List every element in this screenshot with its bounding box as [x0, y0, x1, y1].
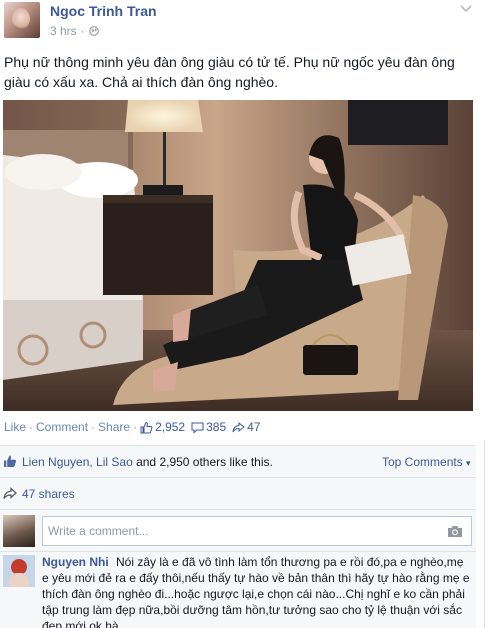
photo-scene	[3, 100, 473, 411]
share-arrow-icon	[3, 487, 17, 499]
commenter-name[interactable]: Nguyen Nhi	[42, 555, 109, 569]
share-count[interactable]: 47	[232, 420, 260, 434]
comment-count-value: 385	[206, 420, 227, 434]
like-thumb-icon	[140, 421, 153, 433]
author-avatar[interactable]	[4, 2, 40, 38]
shares-row: 47 shares	[0, 478, 476, 510]
comment-count[interactable]: 385	[191, 420, 226, 434]
likes-row: Lien Nguyen, Lil Sao and 2,950 others li…	[0, 446, 476, 478]
comment-item: Nguyen Nhi Nói zây là e đã vô tình làm t…	[0, 552, 476, 628]
status-text: Phụ nữ thông minh yêu đàn ông giàu có tử…	[4, 54, 455, 90]
like-count-value: 2,952	[155, 420, 186, 434]
action-separator: ·	[91, 420, 96, 434]
viewer-avatar	[3, 515, 35, 547]
globe-icon[interactable]	[88, 26, 99, 36]
chevron-down-icon[interactable]	[458, 2, 474, 16]
ufi-panel: Lien Nguyen, Lil Sao and 2,950 others li…	[0, 445, 476, 628]
scrollbar[interactable]	[484, 440, 492, 628]
post-time[interactable]: 3 hrs	[50, 24, 77, 38]
meta-dot: ·	[80, 24, 85, 38]
comment-body: Nguyen Nhi Nói zây là e đã vô tình làm t…	[42, 554, 472, 628]
like-link[interactable]: Like	[4, 420, 26, 434]
shares-link[interactable]: 47 shares	[22, 487, 75, 501]
comment-box[interactable]	[42, 516, 472, 546]
comment-input[interactable]	[43, 517, 423, 545]
author-name[interactable]: Ngoc Trinh Tran	[50, 3, 157, 19]
share-count-value: 47	[247, 420, 261, 434]
like-thumb-icon	[4, 455, 16, 467]
camera-icon[interactable]	[447, 525, 463, 538]
likes-summary: Lien Nguyen, Lil Sao and 2,950 others li…	[22, 455, 273, 469]
comment-link[interactable]: Comment	[36, 420, 88, 434]
share-arrow-icon	[232, 421, 245, 432]
likes-rest: and 2,950 others like this.	[132, 455, 273, 469]
top-comments-label: Top Comments	[382, 455, 463, 469]
post-actions: Like · Comment · Share · 2,952 385 47	[4, 420, 266, 434]
like-count[interactable]: 2,952	[140, 420, 185, 434]
caret-down-icon: ▾	[466, 458, 471, 468]
post-meta: 3 hrs ·	[50, 24, 99, 38]
commenter-avatar[interactable]	[3, 555, 35, 587]
comment-icon	[191, 422, 204, 434]
likers-link[interactable]: Lien Nguyen, Lil Sao	[22, 455, 133, 469]
comment-composer	[0, 510, 476, 552]
top-comments-dropdown[interactable]: Top Comments ▾	[382, 455, 471, 469]
post-photo[interactable]	[3, 100, 473, 411]
action-separator: ·	[133, 420, 138, 434]
feed-post: Ngoc Trinh Tran 3 hrs · Phụ nữ thông min…	[0, 0, 476, 628]
action-separator: ·	[29, 420, 34, 434]
share-link[interactable]: Share	[98, 420, 130, 434]
